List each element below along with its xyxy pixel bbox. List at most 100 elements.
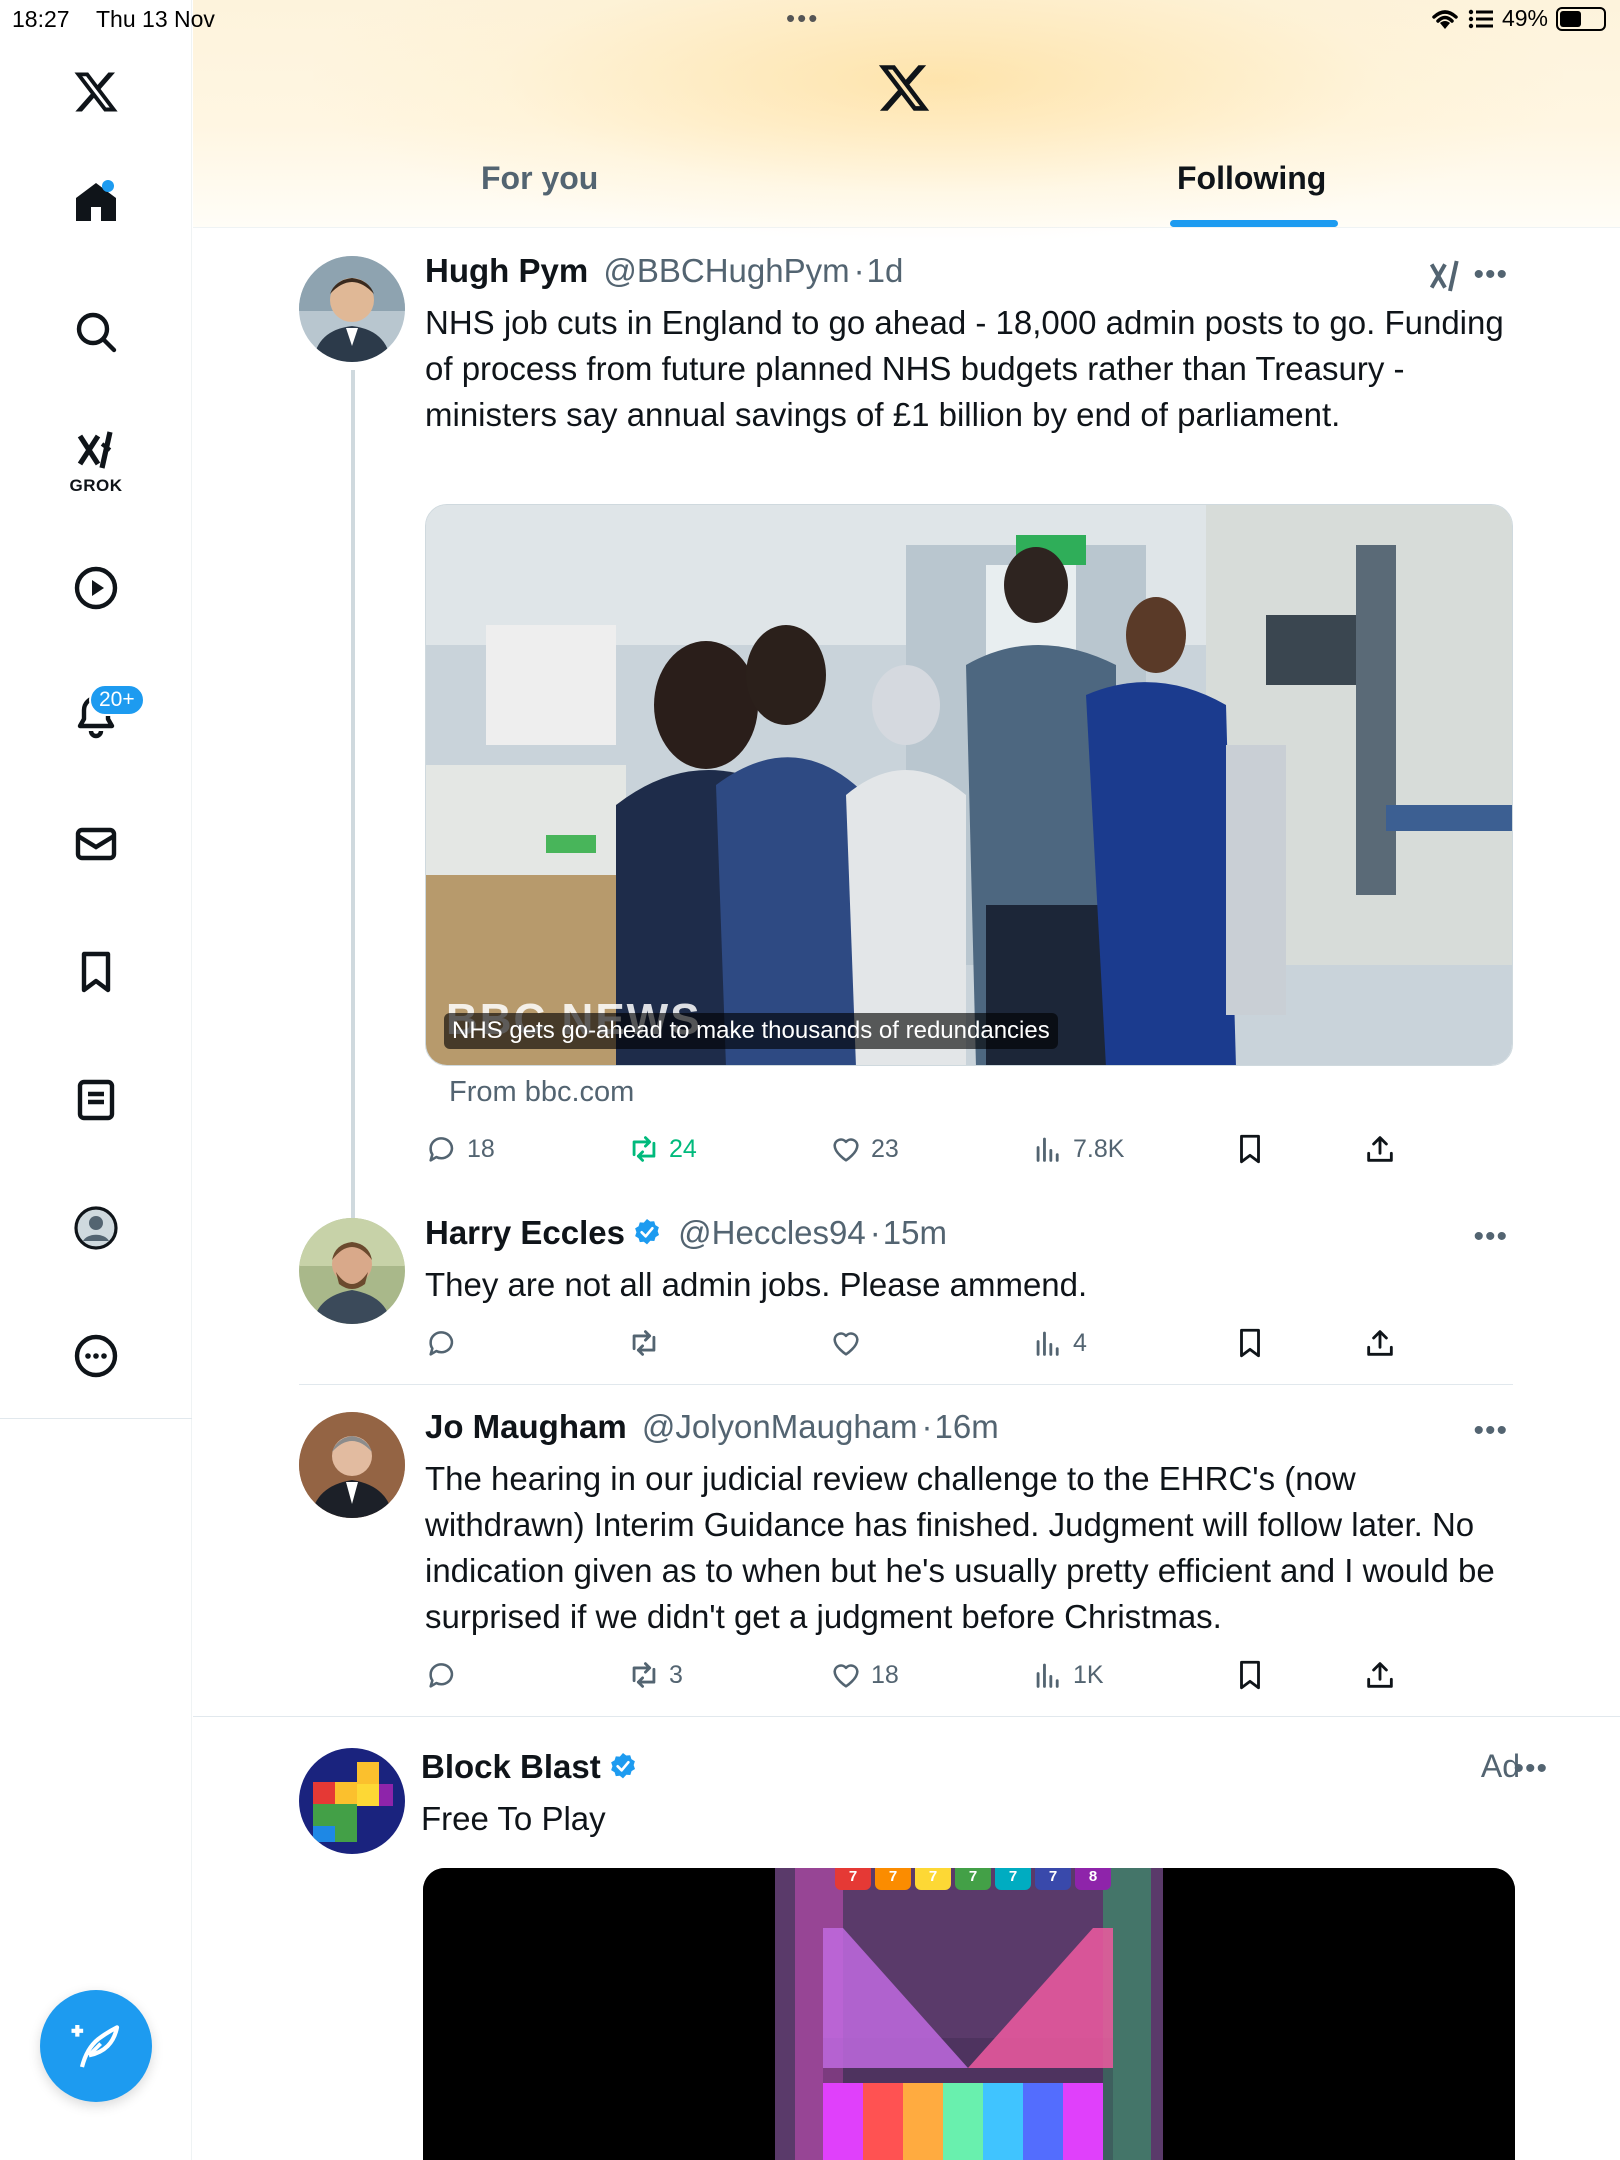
tweet-jo-maugham[interactable]: Jo Maugham @JolyonMaugham ·16m ••• The he… bbox=[193, 1386, 1620, 1718]
tweet-actions: 3 18 1K bbox=[425, 1658, 1585, 1698]
tweet-hugh-pym[interactable]: Hugh Pym @BBCHughPym ·1d ••• NHS job cuts… bbox=[193, 228, 1620, 1228]
promoted-tweet-block-blast[interactable]: Block Blast Ad ••• Free To Play 7777778 bbox=[193, 1718, 1620, 2160]
tweet-header: Jo Maugham @JolyonMaugham ·16m bbox=[425, 1408, 999, 1446]
tab-following[interactable]: Following bbox=[1177, 160, 1326, 197]
like-button[interactable] bbox=[829, 1326, 871, 1360]
author-name[interactable]: Harry Eccles bbox=[425, 1214, 625, 1251]
grok-label: GROK bbox=[69, 476, 123, 495]
share-icon bbox=[1367, 1662, 1393, 1688]
battery-fill bbox=[1560, 10, 1581, 27]
like-button[interactable]: 18 bbox=[829, 1658, 899, 1692]
multitasking-dots-icon[interactable]: ••• bbox=[786, 3, 819, 34]
tweet-time[interactable]: 1d bbox=[867, 252, 904, 289]
tweet-header: Harry Eccles @Heccles94·15m bbox=[425, 1214, 947, 1252]
view-count: 7.8K bbox=[1073, 1134, 1125, 1163]
link-source[interactable]: From bbc.com bbox=[449, 1076, 634, 1109]
link-card[interactable]: BBC NEWS NHS gets go-ahead to make thous… bbox=[425, 504, 1513, 1066]
tweet-actions: 18 24 23 7.8K bbox=[425, 1132, 1585, 1172]
dot-separator: · bbox=[869, 1214, 881, 1251]
thread-line bbox=[351, 370, 355, 1218]
repost-count: 24 bbox=[669, 1134, 697, 1163]
like-count: 23 bbox=[871, 1134, 899, 1163]
tweet-header: Hugh Pym @BBCHughPym ·1d bbox=[425, 252, 903, 290]
tab-for-you[interactable]: For you bbox=[481, 160, 598, 197]
compose-button[interactable] bbox=[40, 1990, 152, 2102]
bookmark-button[interactable] bbox=[1233, 1658, 1267, 1692]
link-card-image bbox=[426, 505, 1512, 1065]
views-button[interactable]: 4 bbox=[1031, 1326, 1087, 1360]
tweet-time[interactable]: 15m bbox=[883, 1214, 947, 1251]
tweet-text: They are not all admin jobs. Please amme… bbox=[425, 1266, 1088, 1303]
ad-media[interactable]: 7777778 bbox=[423, 1868, 1515, 2160]
tweet-text: NHS job cuts in England to go ahead - 18… bbox=[425, 304, 1504, 433]
lists-icon[interactable] bbox=[66, 1070, 126, 1130]
home-icon[interactable] bbox=[66, 172, 126, 232]
author-handle[interactable]: @BBCHughPym bbox=[603, 252, 849, 289]
author-handle[interactable]: @JolyonMaugham bbox=[642, 1408, 918, 1445]
more-options-icon[interactable]: ••• bbox=[1473, 1220, 1508, 1254]
author-name[interactable]: Block Blast bbox=[421, 1748, 601, 1785]
video-play-icon[interactable] bbox=[66, 558, 126, 618]
ad-number-tube: 8 bbox=[1075, 1868, 1111, 1890]
battery-icon bbox=[1556, 6, 1606, 31]
repost-icon bbox=[632, 1136, 656, 1162]
views-chart-icon bbox=[1036, 1331, 1059, 1356]
search-icon[interactable] bbox=[66, 302, 126, 362]
more-options-icon[interactable]: ••• bbox=[1513, 1752, 1548, 1786]
repost-count: 3 bbox=[669, 1660, 683, 1689]
ad-media-preview bbox=[423, 1868, 1515, 2160]
profile-icon[interactable] bbox=[66, 1198, 126, 1258]
tweet-time[interactable]: 16m bbox=[935, 1408, 999, 1445]
mail-icon[interactable] bbox=[66, 814, 126, 874]
tweet-harry-eccles[interactable]: Harry Eccles @Heccles94·15m ••• They are… bbox=[193, 1200, 1620, 1386]
reply-button[interactable] bbox=[425, 1326, 467, 1360]
view-count: 4 bbox=[1073, 1328, 1087, 1357]
author-name[interactable]: Hugh Pym bbox=[425, 252, 588, 289]
bookmark-button[interactable] bbox=[1233, 1326, 1267, 1360]
share-button[interactable] bbox=[1363, 1326, 1397, 1360]
tweet-divider bbox=[193, 1716, 1620, 1717]
share-button[interactable] bbox=[1363, 1658, 1397, 1692]
wifi-icon bbox=[1432, 9, 1458, 29]
x-logo-icon[interactable] bbox=[876, 60, 932, 116]
more-icon[interactable] bbox=[66, 1326, 126, 1386]
more-options-icon[interactable]: ••• bbox=[1473, 258, 1508, 292]
grok-icon[interactable] bbox=[66, 420, 126, 480]
reply-button[interactable] bbox=[425, 1658, 467, 1692]
repost-icon bbox=[632, 1330, 656, 1356]
reply-icon bbox=[429, 1137, 454, 1162]
reply-button[interactable]: 18 bbox=[425, 1132, 495, 1166]
x-logo-icon[interactable] bbox=[66, 62, 126, 122]
ad-number-tube: 7 bbox=[835, 1868, 871, 1890]
dot-separator: · bbox=[921, 1408, 933, 1445]
repost-button[interactable] bbox=[627, 1326, 669, 1360]
bookmark-button[interactable] bbox=[1233, 1132, 1267, 1166]
more-options-icon[interactable]: ••• bbox=[1473, 1414, 1508, 1448]
view-count: 1K bbox=[1073, 1660, 1104, 1689]
like-button[interactable]: 23 bbox=[829, 1132, 899, 1166]
heart-icon bbox=[833, 1332, 859, 1356]
focus-list-icon bbox=[1468, 9, 1493, 28]
repost-button[interactable]: 3 bbox=[627, 1658, 683, 1692]
author-handle[interactable]: @Heccles94 bbox=[678, 1214, 866, 1251]
ad-tagline: Free To Play bbox=[421, 1800, 606, 1837]
heart-icon bbox=[833, 1664, 859, 1688]
views-button[interactable]: 7.8K bbox=[1031, 1132, 1124, 1166]
bookmark-icon[interactable] bbox=[66, 942, 126, 1002]
avatar[interactable] bbox=[299, 1748, 405, 1854]
bookmark-icon bbox=[1240, 1328, 1260, 1358]
avatar[interactable] bbox=[299, 1412, 405, 1518]
status-bar: 18:27 Thu 13 Nov ••• 49% bbox=[0, 0, 1620, 40]
repost-button[interactable]: 24 bbox=[627, 1132, 697, 1166]
reply-icon bbox=[429, 1331, 454, 1356]
grok-icon[interactable] bbox=[1425, 256, 1465, 296]
avatar[interactable] bbox=[299, 256, 405, 362]
views-button[interactable]: 1K bbox=[1031, 1658, 1104, 1692]
ad-number-tube: 7 bbox=[1035, 1868, 1071, 1890]
author-name[interactable]: Jo Maugham bbox=[425, 1408, 627, 1445]
bookmark-icon bbox=[1240, 1134, 1260, 1164]
ad-number-tube: 7 bbox=[875, 1868, 911, 1890]
reply-count: 18 bbox=[467, 1134, 495, 1163]
avatar[interactable] bbox=[299, 1218, 405, 1324]
share-button[interactable] bbox=[1363, 1132, 1397, 1166]
